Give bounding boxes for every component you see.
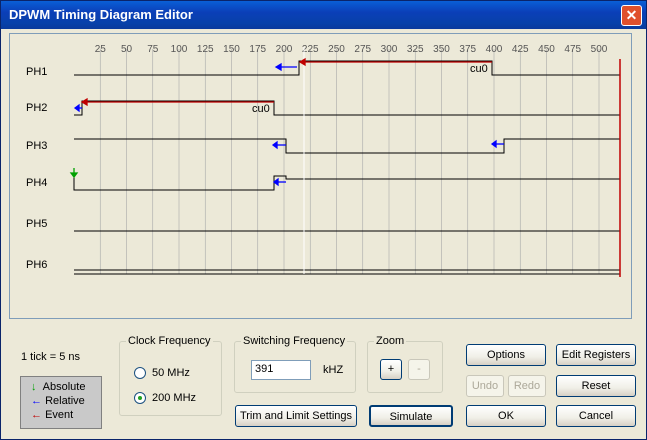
switching-frequency-group: Switching Frequency 391 kHZ xyxy=(234,335,356,393)
channel-label-ph4: PH4 xyxy=(26,177,47,189)
zoom-title: Zoom xyxy=(374,335,407,347)
tick-label: 25 xyxy=(95,44,107,55)
zoom-group: Zoom + - xyxy=(367,335,443,393)
left-arrow-icon: ← xyxy=(31,395,42,407)
channel-label-ph5: PH5 xyxy=(26,218,47,230)
trim-limit-settings-button[interactable]: Trim and Limit Settings xyxy=(235,405,357,427)
ph3-relative-arrowhead xyxy=(271,140,278,150)
ph3-waveform[interactable] xyxy=(74,138,620,154)
left-arrow-icon: ← xyxy=(31,409,42,421)
tick-label: 75 xyxy=(147,44,159,55)
down-arrow-icon: ↓ xyxy=(31,381,37,393)
tick-label: 375 xyxy=(459,44,476,55)
tick-label: 200 xyxy=(276,44,293,55)
clock-50mhz-label[interactable]: 50 MHz xyxy=(152,367,190,379)
title-bar[interactable]: DPWM Timing Diagram Editor ✕ xyxy=(1,1,646,29)
undo-button[interactable]: Undo xyxy=(466,375,504,397)
close-button[interactable]: ✕ xyxy=(621,5,642,26)
tick-label: 450 xyxy=(538,44,555,55)
switching-frequency-title: Switching Frequency xyxy=(241,335,348,347)
ph4-relative-arrowhead xyxy=(272,177,279,187)
window-title: DPWM Timing Diagram Editor xyxy=(9,7,193,22)
tick-label: 250 xyxy=(328,44,345,55)
tick-label: 325 xyxy=(407,44,424,55)
tick-label: 500 xyxy=(591,44,608,55)
ok-button[interactable]: OK xyxy=(466,405,546,427)
ph2-event-arrowhead xyxy=(80,97,88,107)
clock-200mhz-radio[interactable] xyxy=(134,392,146,404)
tick-label: 100 xyxy=(171,44,188,55)
switching-frequency-unit: kHZ xyxy=(323,364,344,376)
ph2-waveform[interactable] xyxy=(74,100,620,116)
channel-label-ph3: PH3 xyxy=(26,140,47,152)
tick-info: 1 tick = 5 ns xyxy=(21,351,81,363)
ph4-absolute-arrowhead xyxy=(69,172,79,179)
switching-frequency-input[interactable]: 391 xyxy=(251,360,311,380)
clock-frequency-group: Clock Frequency 50 MHz 200 MHz xyxy=(119,335,222,416)
zoom-out-button[interactable]: - xyxy=(408,359,430,380)
arrow-legend: ↓ Absolute ← Relative ← Event xyxy=(20,376,102,429)
close-icon: ✕ xyxy=(625,7,638,23)
reset-button[interactable]: Reset xyxy=(556,375,636,397)
clock-50mhz-radio[interactable] xyxy=(134,367,146,379)
tick-label: 125 xyxy=(197,44,214,55)
ph1-relative-arrowhead xyxy=(274,62,282,72)
tick-label: 275 xyxy=(354,44,371,55)
simulate-button[interactable]: Simulate xyxy=(369,405,453,427)
timing-diagram-canvas[interactable]: 25 50 75 100 125 150 175 200 225 250 275 300 325 350 3… xyxy=(10,34,631,318)
legend-relative: ← Relative xyxy=(31,395,85,407)
tick-label: 50 xyxy=(121,44,133,55)
ph4-waveform[interactable] xyxy=(73,175,620,191)
ph1-event-arrowhead xyxy=(298,57,306,67)
clock-200mhz-label[interactable]: 200 MHz xyxy=(152,392,196,404)
timing-diagram[interactable]: 25 50 75 100 125 150 175 200 225 250 275 300 325 350 3… xyxy=(9,33,632,319)
tick-label: 475 xyxy=(564,44,581,55)
options-button[interactable]: Options xyxy=(466,344,546,366)
ph3-relative-arrowhead-2 xyxy=(490,139,497,149)
tick-label: 350 xyxy=(433,44,450,55)
channel-label-ph6: PH6 xyxy=(26,259,47,271)
tick-label: 425 xyxy=(512,44,529,55)
tick-label: 175 xyxy=(249,44,266,55)
cancel-button[interactable]: Cancel xyxy=(556,405,636,427)
tick-label: 150 xyxy=(223,44,240,55)
ph2-event-label: cu0 xyxy=(252,103,270,115)
ph1-event-label: cu0 xyxy=(470,63,488,75)
legend-absolute: ↓ Absolute xyxy=(31,381,86,393)
legend-event: ← Event xyxy=(31,409,74,421)
zoom-in-button[interactable]: + xyxy=(380,359,402,380)
channel-label-ph2: PH2 xyxy=(26,102,47,114)
tick-label: 300 xyxy=(381,44,398,55)
redo-button[interactable]: Redo xyxy=(508,375,546,397)
dpwm-editor-window: DPWM Timing Diagram Editor ✕ 25 50 75 100 12… xyxy=(0,0,647,440)
channel-label-ph1: PH1 xyxy=(26,66,47,78)
ph2-relative-arrowhead xyxy=(73,103,80,113)
edit-registers-button[interactable]: Edit Registers xyxy=(556,344,636,366)
tick-label: 400 xyxy=(486,44,503,55)
clock-frequency-title: Clock Frequency xyxy=(126,335,213,347)
ph1-waveform[interactable] xyxy=(74,60,620,76)
